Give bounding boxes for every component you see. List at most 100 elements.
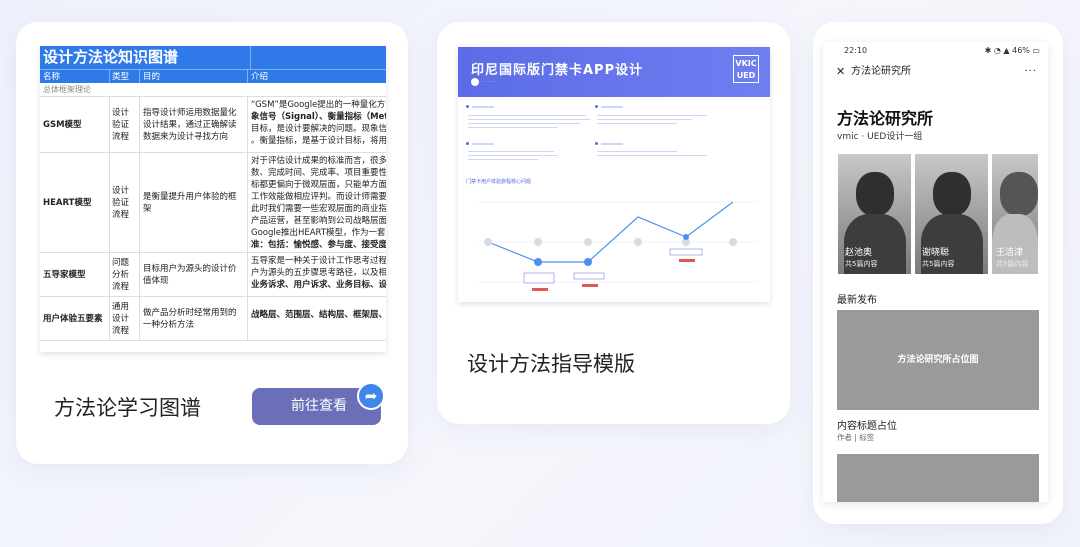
text-line	[468, 127, 558, 128]
author-card[interactable]: 王洁津 共5篇内容	[992, 154, 1038, 274]
intro-line: 标都更偏向于微观层面，只能单方面的	[251, 180, 386, 190]
text-line	[468, 119, 590, 120]
page-subtitle: vmic · UED设计一组	[837, 132, 923, 142]
intro-line: 对于评估设计成果的标准而言，很多用	[251, 156, 386, 166]
text-line	[597, 123, 677, 124]
header-type: 类型	[110, 70, 140, 83]
card-design-template[interactable]: 印尼国际版门禁卡APP设计 · · · · · VKIC UED 门禁卡用户体验…	[437, 22, 790, 424]
logo-line: VKIC	[735, 59, 757, 68]
section-heading	[472, 143, 494, 145]
nav-bar: ✕ 方法论研究所 ···	[823, 59, 1048, 85]
author-count: 共5篇内容	[845, 260, 878, 268]
phone-screenshot: 22:10 ✱ ◔ ▲ 46% ▭ ✕ 方法论研究所 ··· 方法论研究所 vm…	[823, 42, 1048, 502]
cell-purpose: 做产品分析时经常用到的一种分析方法	[140, 297, 248, 340]
text-line	[468, 115, 586, 116]
post-title[interactable]: 内容标题占位	[837, 417, 897, 432]
journey-chart-title: 门禁卡用户体验旅程核心问题	[466, 179, 532, 185]
cell-purpose: 目标用户为源头的设计价值体现	[140, 253, 248, 296]
more-icon[interactable]: ···	[1024, 59, 1037, 85]
table-header: 名称 类型 目的 介绍	[40, 69, 386, 83]
post-cover-placeholder[interactable]: 方法论研究所占位图	[837, 310, 1039, 410]
avatar	[471, 78, 479, 86]
cell-type: 设计验证流程	[110, 153, 140, 252]
card-label: 设计方法指导模版	[467, 352, 635, 376]
author-name: 赵池奥	[845, 248, 873, 258]
author-count: 共5篇内容	[996, 260, 1029, 268]
intro-line: 业务诉求、用户诉求、业务目标、设计	[251, 280, 386, 290]
cell-name: HEART模型	[40, 153, 110, 252]
text-line	[468, 155, 558, 156]
view-button[interactable]: 前往查看 ➦	[252, 382, 385, 425]
post-cover-placeholder-2[interactable]	[837, 454, 1039, 502]
section-heading	[601, 106, 623, 108]
share-arrow-icon: ➦	[357, 382, 385, 410]
author-photo	[856, 172, 894, 216]
intro-line: 五导家是一种关于设计工作思考过程的	[251, 256, 386, 266]
post-meta: 作者 | 标签	[837, 433, 875, 442]
intro-line: 象信号（Signal）、衡量指标（Metri	[251, 112, 386, 122]
table-section-label: 总体框架理论	[40, 83, 386, 97]
author-card[interactable]: 赵池奥 共5篇内容	[838, 154, 911, 274]
card-methodology-map[interactable]: 设计方法论知识图谱 名称 类型 目的 介绍 总体框架理论 GSM模型 设计验证流…	[16, 22, 408, 464]
close-icon[interactable]: ✕	[836, 59, 845, 85]
author-count: 共5篇内容	[922, 260, 955, 268]
battery-indicator: ✱ ◔ ▲ 46% ▭	[984, 46, 1040, 55]
status-time: 22:10	[844, 46, 868, 55]
battery-percent: 46%	[1012, 46, 1030, 55]
text-line	[468, 151, 554, 152]
author-name: 谢晓聪	[922, 248, 950, 258]
logo-line: UED	[736, 71, 756, 80]
author-name: 王洁津	[996, 248, 1024, 258]
text-line	[597, 119, 692, 120]
bullet-icon	[595, 105, 598, 108]
latest-heading: 最新发布	[837, 295, 877, 306]
intro-line: 数、完成时间、完成率、项目重要性等	[251, 168, 386, 178]
author-text: · · · · ·	[482, 79, 497, 85]
cell-intro: 五导家是一种关于设计工作思考过程的 户为源头的五步骤思考路径，以及相关 业务诉求…	[248, 253, 386, 296]
text-line	[597, 115, 707, 116]
intro-line: 目标，是设计要解决的问题。现象信号	[251, 124, 386, 134]
nav-title: 方法论研究所	[851, 66, 911, 77]
header-name: 名称	[40, 70, 110, 83]
intro-line: 产品运营，甚至影响到公司战略层面。	[251, 216, 386, 226]
section-heading	[472, 106, 494, 108]
page-title: 方法论研究所	[837, 109, 934, 128]
bullet-icon	[466, 105, 469, 108]
intro-line: 此时我们需要一些宏观层面的商业指标	[251, 204, 386, 214]
table-title: 设计方法论知识图谱	[43, 46, 251, 69]
intro-line: 准：包括：愉悦感、参与度、接受度、	[251, 240, 386, 250]
cell-purpose: 指导设计师运用数据量化设计结果，通过正确解读数据来为设计寻找方向	[140, 97, 248, 152]
cell-type: 通用设计流程	[110, 297, 140, 340]
vkic-logo: VKIC UED	[733, 55, 759, 83]
template-title: 印尼国际版门禁卡APP设计	[471, 63, 644, 78]
view-button-label: 前往查看	[291, 398, 347, 414]
cell-name: 用户体验五要素	[40, 297, 110, 340]
text-line	[468, 159, 538, 160]
cell-intro: “GSM”是Google提出的一种量化方法 象信号（Signal）、衡量指标（M…	[248, 97, 386, 152]
table-row: 用户体验五要素 通用设计流程 做产品分析时经常用到的一种分析方法 战略层、范围层…	[40, 297, 386, 341]
table-title-bar: 设计方法论知识图谱	[40, 46, 386, 69]
cell-intro: 战略层、范围层、结构层、框架层、表	[248, 297, 386, 340]
knowledge-table-screenshot: 设计方法论知识图谱 名称 类型 目的 介绍 总体框架理论 GSM模型 设计验证流…	[40, 46, 386, 352]
cell-intro: 对于评估设计成果的标准而言，很多用 数、完成时间、完成率、项目重要性等 标都更偏…	[248, 153, 386, 252]
table-row: 五导家模型 问题分析流程 目标用户为源头的设计价值体现 五导家是一种关于设计工作…	[40, 253, 386, 297]
bullet-icon	[466, 142, 469, 145]
template-header: 印尼国际版门禁卡APP设计 · · · · · VKIC UED	[458, 47, 770, 97]
cell-type: 设计验证流程	[110, 97, 140, 152]
header-intro: 介绍	[251, 72, 269, 82]
table-row: HEART模型 设计验证流程 是衡量提升用户体验的框架 对于评估设计成果的标准而…	[40, 153, 386, 253]
card-method-institute[interactable]: 22:10 ✱ ◔ ▲ 46% ▭ ✕ 方法论研究所 ··· 方法论研究所 vm…	[813, 22, 1063, 524]
author-list: 赵池奥 共5篇内容 谢晓聪 共5篇内容 王洁津 共5篇内容	[838, 154, 1038, 274]
author-photo	[933, 172, 971, 216]
cell-name: 五导家模型	[40, 253, 110, 296]
cell-type: 问题分析流程	[110, 253, 140, 296]
table-row: GSM模型 设计验证流程 指导设计师运用数据量化设计结果，通过正确解读数据来为设…	[40, 97, 386, 153]
section-heading	[601, 143, 623, 145]
intro-line: 工作效能做相应评判。而设计师需要的	[251, 192, 386, 202]
text-line	[597, 151, 677, 152]
cell-purpose: 是衡量提升用户体验的框架	[140, 153, 248, 252]
status-bar: 22:10 ✱ ◔ ▲ 46% ▭	[823, 42, 1048, 59]
template-screenshot: 印尼国际版门禁卡APP设计 · · · · · VKIC UED 门禁卡用户体验…	[458, 47, 770, 302]
text-line	[468, 123, 580, 124]
author-card[interactable]: 谢晓聪 共5篇内容	[915, 154, 988, 274]
